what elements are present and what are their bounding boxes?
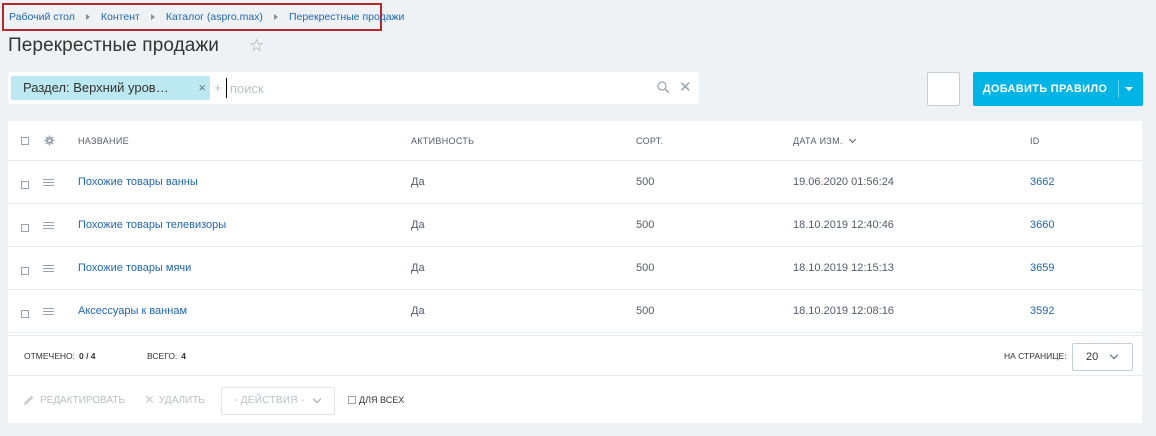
filter-search-bar[interactable]: Раздел: Верхний уров… × + ✕ (8, 72, 699, 104)
row-date: 18.10.2019 12:08:16 (793, 305, 894, 317)
selected-count: ОТМЕЧЕНО: 0 / 4 (24, 336, 96, 376)
row-name-link[interactable]: Похожие товары телевизоры (78, 204, 226, 246)
star-icon[interactable]: ☆ (249, 36, 264, 56)
total-count-label: ВСЕГО: (147, 351, 178, 361)
close-icon: ✕ (144, 392, 155, 407)
row-active: Да (411, 176, 425, 188)
row-date: 18.10.2019 12:40:46 (793, 219, 894, 231)
row-date: 19.06.2020 01:56:24 (793, 176, 894, 188)
add-rule-button[interactable]: ДОБАВИТЬ ПРАВИЛО (973, 72, 1143, 106)
row-id-link[interactable]: 3662 (1030, 161, 1054, 203)
breadcrumb: Рабочий стол Контент Каталог (aspro.max)… (2, 3, 404, 31)
row-menu-icon[interactable] (43, 161, 54, 203)
row-sort: 500 (636, 176, 655, 188)
delete-action-label: УДАЛИТЬ (158, 394, 205, 406)
column-header-name[interactable]: НАЗВАНИЕ (78, 121, 129, 160)
breadcrumb-item-cross-sales[interactable]: Перекрестные продажи (289, 11, 405, 23)
total-count-value: 4 (181, 351, 187, 361)
row-id-link[interactable]: 3660 (1030, 204, 1054, 246)
row-checkbox[interactable] (21, 161, 29, 203)
row-name-link[interactable]: Похожие товары мячи (78, 247, 191, 289)
row-name-link[interactable]: Аксессуары к ваннам (78, 290, 187, 332)
filter-chip-label: Раздел: Верхний уров… (23, 80, 169, 95)
row-menu-icon[interactable] (43, 247, 54, 289)
selected-count-label: ОТМЕЧЕНО: (24, 351, 75, 361)
breadcrumb-separator-icon (273, 14, 278, 20)
breadcrumb-item-content[interactable]: Контент (101, 11, 140, 23)
edit-action-label: РЕДАКТИРОВАТЬ (40, 394, 126, 406)
chevron-down-icon (312, 394, 322, 404)
row-sort: 500 (636, 219, 655, 231)
group-actions-bar: РЕДАКТИРОВАТЬ ✕ УДАЛИТЬ - ДЕЙСТВИЯ - ДЛЯ… (8, 375, 1142, 423)
chevron-down-icon[interactable] (1125, 87, 1133, 91)
page-title: Перекрестные продажи (8, 35, 219, 56)
per-page-value: 20 (1086, 351, 1099, 363)
column-header-sort[interactable]: СОРТ. (636, 121, 663, 160)
button-divider (1118, 80, 1119, 98)
row-active: Да (411, 262, 425, 274)
breadcrumb-item-catalog[interactable]: Каталог (aspro.max) (166, 11, 263, 23)
for-all-toggle[interactable]: ДЛЯ ВСЕХ (348, 376, 404, 424)
per-page-select[interactable]: 20 (1072, 343, 1133, 371)
row-id-link[interactable]: 3659 (1030, 247, 1054, 289)
settings-button[interactable] (927, 72, 960, 106)
table-header: НАЗВАНИЕ АКТИВНОСТЬ СОРТ. ДАТА ИЗМ. ID (8, 121, 1142, 161)
table-footer: ОТМЕЧЕНО: 0 / 4 ВСЕГО: 4 НА СТРАНИЦЕ: 20 (8, 335, 1142, 375)
row-menu-icon[interactable] (43, 290, 54, 332)
text-cursor (226, 78, 227, 98)
search-input[interactable] (230, 77, 650, 99)
actions-select-value: - ДЕЙСТВИЯ - (234, 395, 305, 406)
column-header-id[interactable]: ID (1030, 121, 1040, 160)
row-active: Да (411, 305, 425, 317)
row-sort: 500 (636, 262, 655, 274)
rules-table: НАЗВАНИЕ АКТИВНОСТЬ СОРТ. ДАТА ИЗМ. ID П… (8, 121, 1142, 423)
filter-chip-section[interactable]: Раздел: Верхний уров… × (11, 76, 210, 100)
chevron-down-icon (1109, 350, 1119, 360)
search-icon[interactable] (657, 81, 670, 94)
row-name-link[interactable]: Похожие товары ванны (78, 161, 198, 203)
edit-action[interactable]: РЕДАКТИРОВАТЬ (23, 376, 125, 424)
column-header-date-label: ДАТА ИЗМ. (793, 135, 843, 146)
row-date: 18.10.2019 12:15:13 (793, 262, 894, 274)
plus-icon: + (214, 80, 222, 95)
table-row[interactable]: Аксессуары к ваннам Да 500 18.10.2019 12… (8, 290, 1142, 333)
breadcrumb-separator-icon (85, 14, 90, 20)
pencil-icon (24, 395, 34, 405)
select-all-checkbox[interactable] (21, 121, 29, 160)
breadcrumb-separator-icon (150, 14, 155, 20)
row-id-link[interactable]: 3592 (1030, 290, 1054, 332)
clear-search-icon[interactable]: ✕ (679, 80, 692, 95)
actions-select[interactable]: - ДЕЙСТВИЯ - (221, 387, 335, 415)
table-row[interactable]: Похожие товары телевизоры Да 500 18.10.2… (8, 204, 1142, 247)
row-active: Да (411, 219, 425, 231)
row-sort: 500 (636, 305, 655, 317)
for-all-label: ДЛЯ ВСЕХ (359, 395, 405, 405)
close-icon[interactable]: × (198, 76, 206, 100)
gear-icon[interactable] (44, 121, 55, 160)
row-checkbox[interactable] (21, 290, 29, 332)
selected-count-value: 0 / 4 (79, 351, 96, 361)
delete-action[interactable]: ✕ УДАЛИТЬ (144, 376, 205, 424)
sort-desc-icon (848, 135, 856, 143)
column-header-date[interactable]: ДАТА ИЗМ. (793, 121, 856, 160)
breadcrumb-item-desktop[interactable]: Рабочий стол (9, 11, 75, 23)
column-header-active[interactable]: АКТИВНОСТЬ (411, 121, 474, 160)
add-rule-label: ДОБАВИТЬ ПРАВИЛО (982, 83, 1108, 95)
per-page-label: НА СТРАНИЦЕ: (1004, 351, 1067, 361)
table-row[interactable]: Похожие товары мячи Да 500 18.10.2019 12… (8, 247, 1142, 290)
row-menu-icon[interactable] (43, 204, 54, 246)
row-checkbox[interactable] (21, 204, 29, 246)
for-all-checkbox[interactable] (348, 396, 356, 404)
total-count: ВСЕГО: 4 (147, 336, 186, 376)
table-row[interactable]: Похожие товары ванны Да 500 19.06.2020 0… (8, 161, 1142, 204)
row-checkbox[interactable] (21, 247, 29, 289)
